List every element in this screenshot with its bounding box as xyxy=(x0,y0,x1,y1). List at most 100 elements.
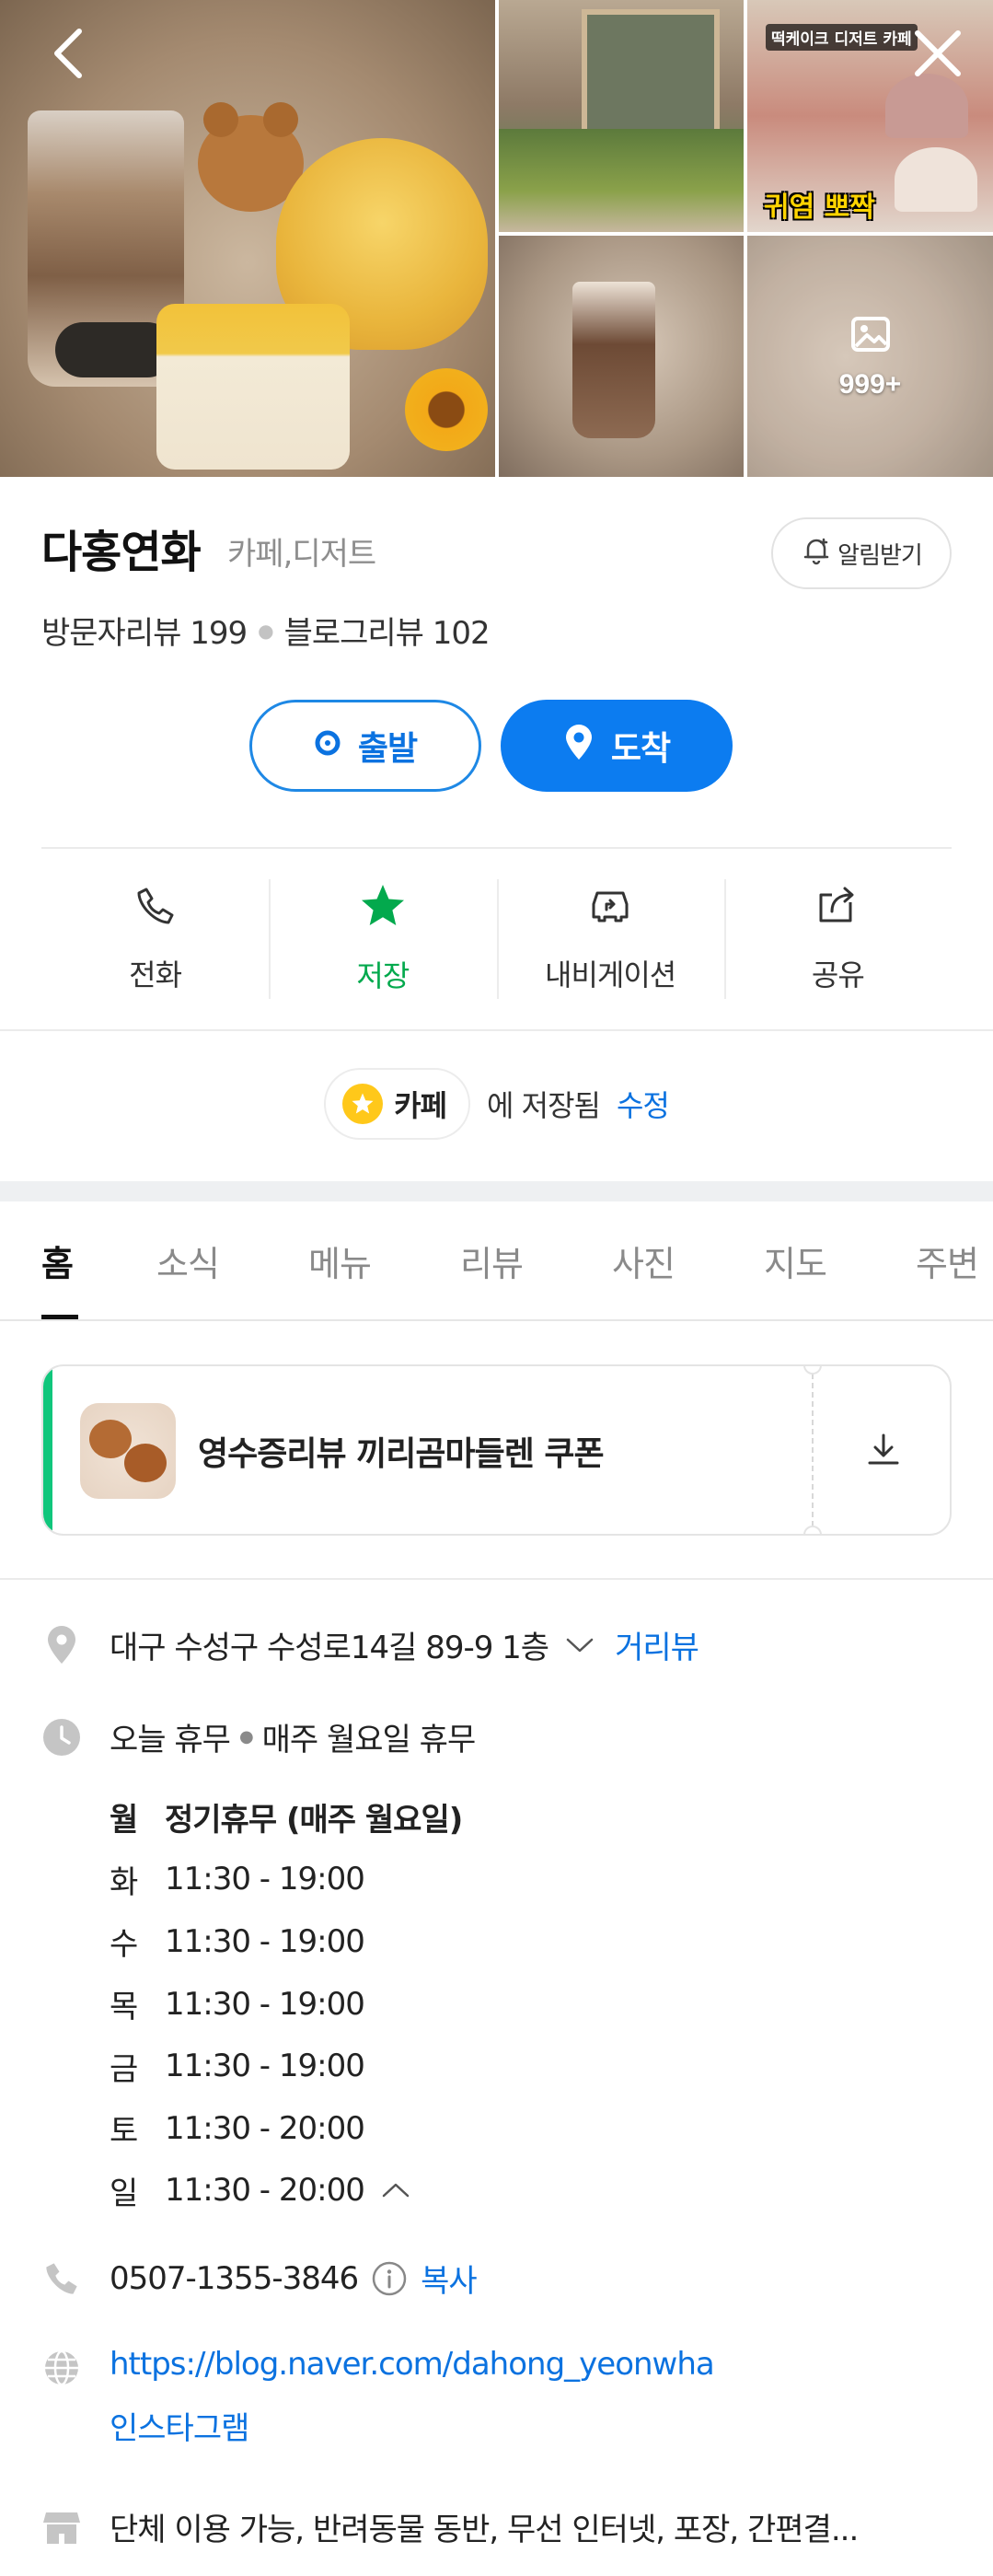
route-start-button[interactable]: 출발 xyxy=(249,700,481,792)
hours-item: 수 11:30 - 19:00 xyxy=(110,1910,462,1973)
photo-cake xyxy=(156,304,350,470)
hours-item: 토 11:30 - 20:00 xyxy=(110,2097,462,2160)
street-view-link[interactable]: 거리뷰 xyxy=(615,1622,699,1667)
star-badge-icon xyxy=(342,1084,384,1124)
place-category: 카페,디저트 xyxy=(227,536,376,573)
photo-iced-drink[interactable] xyxy=(499,236,744,477)
hours-day: 금 xyxy=(110,2050,138,2088)
photo-plants xyxy=(499,129,744,232)
call-button[interactable]: 전화 xyxy=(41,879,269,999)
tab-menu[interactable]: 메뉴 xyxy=(267,1201,419,1319)
clock-icon xyxy=(41,1717,82,1758)
homepage-row: https://blog.naver.com/dahong_yeonwha 인스… xyxy=(41,2346,715,2448)
tab-news[interactable]: 소식 xyxy=(115,1201,267,1319)
photo-more[interactable]: 999+ xyxy=(747,236,993,477)
share-icon xyxy=(814,884,861,935)
chevron-up-icon[interactable] xyxy=(381,2181,410,2199)
close-icon xyxy=(912,28,964,83)
photo-window xyxy=(582,9,720,147)
save-label: 저장 xyxy=(356,958,410,993)
hours-item: 화 11:30 - 19:00 xyxy=(110,1849,462,1911)
saved-suffix: 에 저장됨 xyxy=(487,1088,601,1123)
blog-reviews-link[interactable]: 블로그리뷰 102 xyxy=(284,608,491,653)
visitor-reviews-link[interactable]: 방문자리뷰 199 xyxy=(41,608,248,653)
image-icon xyxy=(849,312,893,360)
hours-day: 토 xyxy=(110,2113,138,2151)
navigation-button[interactable]: 내비게이션 xyxy=(496,879,724,999)
photo-storefront[interactable] xyxy=(499,0,744,232)
call-label: 전화 xyxy=(129,957,182,992)
address-text: 대구 수성구 수성로14길 89-9 1층 xyxy=(110,1630,549,1666)
back-button[interactable] xyxy=(31,18,105,92)
place-name: 다홍연화 xyxy=(41,527,202,578)
photo-count: 999+ xyxy=(838,369,902,400)
alarm-button[interactable]: 알림받기 xyxy=(771,517,952,589)
tab-home[interactable]: 홈 xyxy=(0,1201,115,1319)
hours-time: 11:30 - 20:00 xyxy=(165,2172,365,2210)
start-point-icon xyxy=(314,727,341,765)
separator-dot: ● xyxy=(238,1727,254,1746)
facilities-text: 단체 이용 가능, 반려동물 동반, 무선 인터넷, 포장, 간편결... xyxy=(110,2512,859,2548)
instagram-link[interactable]: 인스타그램 xyxy=(110,2403,714,2448)
photo-glass xyxy=(572,282,655,438)
tab-bar: 홈 소식 메뉴 리뷰 사진 지도 주변 xyxy=(0,1201,993,1321)
route-end-label: 도착 xyxy=(610,730,671,768)
info-icon[interactable] xyxy=(371,2260,408,2297)
homepage-link[interactable]: https://blog.naver.com/dahong_yeonwha xyxy=(110,2346,715,2383)
hours-day: 목 xyxy=(110,1989,138,2026)
photo-dessert-2 xyxy=(895,147,977,212)
chevron-down-icon[interactable] xyxy=(565,1636,595,1654)
save-button[interactable]: 저장 xyxy=(269,879,496,999)
tab-review[interactable]: 리뷰 xyxy=(419,1201,571,1319)
hours-time: 정기휴무 (매주 월요일) xyxy=(165,1802,463,1839)
route-end-button[interactable]: 도착 xyxy=(501,700,733,792)
share-label: 공유 xyxy=(811,957,865,992)
route-start-label: 출발 xyxy=(357,730,418,768)
action-bar: 전화 저장 내비게이션 공유 xyxy=(41,879,952,999)
tab-map[interactable]: 지도 xyxy=(722,1201,874,1319)
tab-nearby[interactable]: 주변 xyxy=(874,1201,993,1319)
coupon-title: 영수증리뷰 끼리곰마들렌 쿠폰 xyxy=(198,1435,605,1473)
edit-link[interactable]: 수정 xyxy=(617,1083,670,1125)
separator-dot: ● xyxy=(258,619,273,642)
hours-list: 월 정기휴무 (매주 월요일) 화 11:30 - 19:00 수 11:30 - 1… xyxy=(110,1786,463,2222)
link-list: https://blog.naver.com/dahong_yeonwha 인스… xyxy=(110,2346,715,2448)
alarm-label: 알림받기 xyxy=(837,541,923,570)
today-note: 매주 월요일 휴무 xyxy=(261,1722,477,1758)
section-separator xyxy=(0,1181,993,1201)
saved-status: 카페 에 저장됨 수정 xyxy=(0,1068,993,1140)
address-row: 대구 수성구 수성로14길 89-9 1층 거리뷰 xyxy=(41,1622,699,1667)
location-pin-icon xyxy=(563,723,595,770)
coupon-card[interactable]: 영수증리뷰 끼리곰마들렌 쿠폰 xyxy=(41,1364,952,1536)
facilities-row: 단체 이용 가능, 반려동물 동반, 무선 인터넷, 포장, 간편결... xyxy=(41,2504,859,2549)
hours-item: 금 11:30 - 19:00 xyxy=(110,2035,462,2097)
location-pin-icon xyxy=(41,1625,82,1665)
photo-banner-text: 귀염 뽀짝 xyxy=(764,191,875,224)
hours-time: 11:30 - 20:00 xyxy=(165,2109,365,2147)
tab-photo[interactable]: 사진 xyxy=(571,1201,722,1319)
coupon-download-button[interactable] xyxy=(813,1366,950,1534)
coupon-thumbnail xyxy=(80,1403,176,1499)
close-button[interactable] xyxy=(901,18,975,92)
phone-number[interactable]: 0507-1355-3846 xyxy=(110,2260,359,2297)
divider xyxy=(0,1029,993,1031)
download-icon xyxy=(863,1430,904,1474)
navigation-icon xyxy=(584,884,636,935)
hours-time: 11:30 - 19:00 xyxy=(165,1985,365,2023)
saved-folder-chip[interactable]: 카페 xyxy=(324,1068,471,1140)
hours-item: 일 11:30 - 20:00 xyxy=(110,2160,462,2222)
today-status: 오늘 휴무 xyxy=(110,1722,231,1758)
navigation-label: 내비게이션 xyxy=(545,957,676,992)
divider xyxy=(0,1578,993,1580)
store-icon xyxy=(41,2507,82,2547)
hours-time: 11:30 - 19:00 xyxy=(165,1922,365,1960)
photo-gallery[interactable]: 떡케이크 디저트 카페 귀염 뽀짝 999+ xyxy=(0,0,993,477)
bell-plus-icon xyxy=(801,535,832,573)
hours-day: 월 xyxy=(110,1802,138,1839)
business-hours-row[interactable]: 오늘 휴무 ● 매주 월요일 휴무 xyxy=(41,1714,477,1759)
phone-icon xyxy=(133,884,178,935)
hours-day: 일 xyxy=(110,2175,138,2212)
share-button[interactable]: 공유 xyxy=(723,879,952,999)
copy-phone-link[interactable]: 복사 xyxy=(421,2256,478,2301)
more-photos-overlay[interactable]: 999+ xyxy=(747,236,993,477)
